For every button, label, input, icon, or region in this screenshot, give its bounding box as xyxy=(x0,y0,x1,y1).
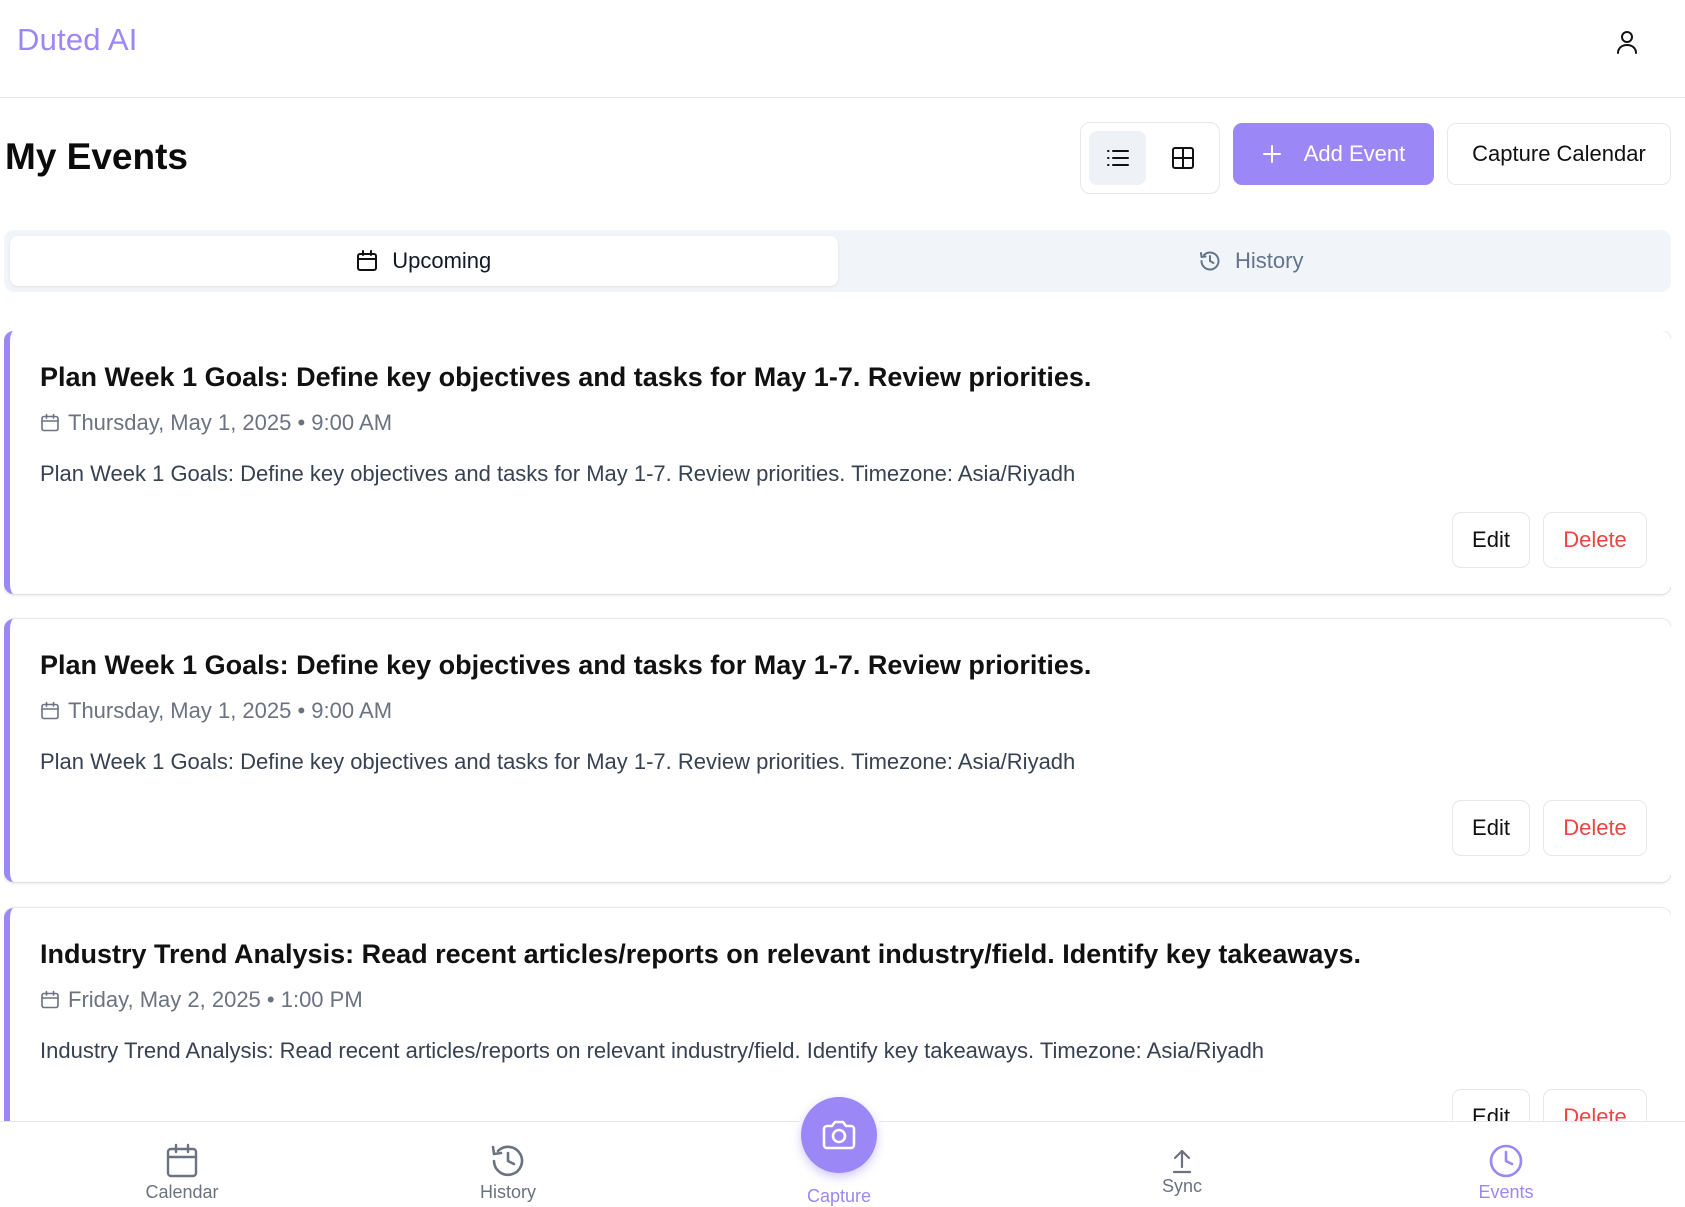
user-icon xyxy=(1617,31,1637,54)
history-icon xyxy=(1200,251,1220,271)
top-bar: Duted AI xyxy=(0,0,1685,98)
page-title: My Events xyxy=(5,136,189,177)
delete-button[interactable]: Delete xyxy=(1543,512,1647,568)
edit-button[interactable]: Edit xyxy=(1452,512,1530,568)
add-event-button[interactable]: Add Event xyxy=(1233,123,1434,185)
event-card[interactable]: Plan Week 1 Goals: Define key objectives… xyxy=(4,619,1671,882)
tab-history-label: History xyxy=(1235,248,1304,273)
calendar-icon xyxy=(357,250,378,271)
event-description: Plan Week 1 Goals: Define key objectives… xyxy=(40,749,1076,774)
calendar-icon xyxy=(41,701,59,720)
nav-capture-label[interactable]: Capture xyxy=(779,1186,899,1207)
capture-calendar-button[interactable]: Capture Calendar xyxy=(1447,123,1671,185)
history-icon xyxy=(491,1145,524,1177)
event-list: Plan Week 1 Goals: Define key objectives… xyxy=(4,331,1671,1121)
event-date-text: Thursday, May 1, 2025 • 9:00 AM xyxy=(68,698,393,723)
edit-button[interactable]: Edit xyxy=(1452,800,1530,856)
calendar-icon xyxy=(166,1143,198,1178)
event-description: Industry Trend Analysis: Read recent art… xyxy=(40,1038,1265,1063)
plus-icon xyxy=(1262,145,1281,163)
event-date: Thursday, May 1, 2025 • 9:00 AM xyxy=(40,698,392,724)
delete-button[interactable]: Delete xyxy=(1543,1089,1647,1121)
calendar-icon xyxy=(41,990,59,1009)
event-date-text: Thursday, May 1, 2025 • 9:00 AM xyxy=(68,410,393,435)
camera-icon xyxy=(822,1120,856,1150)
nav-sync-label: Sync xyxy=(1161,1176,1203,1196)
event-title: Plan Week 1 Goals: Define key objectives… xyxy=(40,650,1092,680)
brand-logo[interactable]: Duted AI xyxy=(17,22,138,58)
event-description: Plan Week 1 Goals: Define key objectives… xyxy=(40,461,1076,486)
nav-calendar-label: Calendar xyxy=(145,1182,219,1202)
event-tabs: Upcoming History xyxy=(4,230,1671,292)
tab-upcoming[interactable]: Upcoming xyxy=(10,236,838,286)
nav-events[interactable]: Events xyxy=(1446,1142,1566,1203)
event-card[interactable]: Plan Week 1 Goals: Define key objectives… xyxy=(4,331,1671,594)
capture-button[interactable] xyxy=(801,1097,877,1173)
event-actions: Edit Delete xyxy=(1452,512,1647,568)
event-date-text: Friday, May 2, 2025 • 1:00 PM xyxy=(68,987,363,1012)
event-actions: Edit Delete xyxy=(1452,1089,1647,1121)
event-title: Plan Week 1 Goals: Define key objectives… xyxy=(40,362,1092,392)
event-actions: Edit Delete xyxy=(1452,800,1647,856)
event-date: Thursday, May 1, 2025 • 9:00 AM xyxy=(40,410,392,436)
delete-button[interactable]: Delete xyxy=(1543,800,1647,856)
grid-icon xyxy=(1171,147,1194,169)
tab-history[interactable]: History xyxy=(838,236,1666,286)
nav-history[interactable]: History xyxy=(448,1142,568,1203)
list-view-button[interactable] xyxy=(1089,131,1146,185)
nav-calendar[interactable]: Calendar xyxy=(122,1142,242,1203)
nav-events-label: Events xyxy=(1478,1182,1534,1202)
add-event-label: Add Event xyxy=(1303,141,1406,166)
clock-icon xyxy=(1489,1144,1523,1178)
user-profile-button[interactable] xyxy=(1610,22,1644,62)
tab-upcoming-label: Upcoming xyxy=(392,248,492,273)
nav-sync[interactable]: Sync xyxy=(1122,1142,1242,1197)
upload-icon xyxy=(1172,1149,1192,1174)
event-title: Industry Trend Analysis: Read recent art… xyxy=(40,939,1361,969)
event-date: Friday, May 2, 2025 • 1:00 PM xyxy=(40,987,363,1013)
grid-view-button[interactable] xyxy=(1154,131,1211,185)
list-icon xyxy=(1106,150,1129,166)
view-toggle xyxy=(1080,122,1220,194)
edit-button[interactable]: Edit xyxy=(1452,1089,1530,1121)
event-card[interactable]: Industry Trend Analysis: Read recent art… xyxy=(4,908,1671,1121)
calendar-icon xyxy=(41,413,59,432)
nav-history-label: History xyxy=(479,1182,536,1202)
